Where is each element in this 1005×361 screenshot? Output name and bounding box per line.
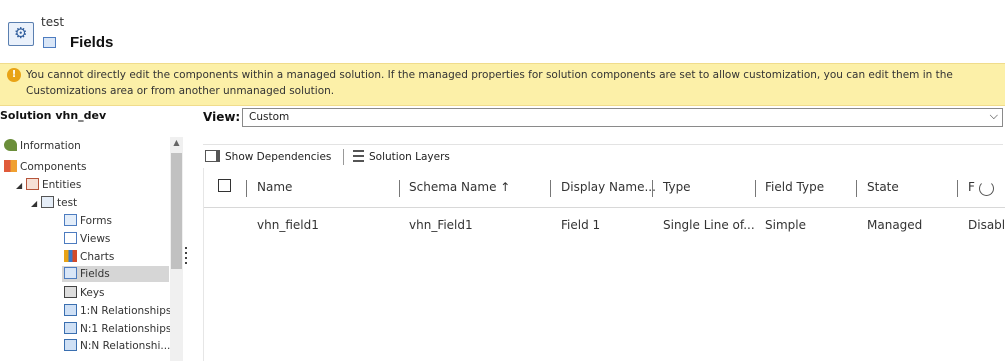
sidebar-item-label: N:1 Relationships <box>80 323 172 335</box>
sidebar-item-charts[interactable]: Charts <box>64 249 114 265</box>
sidebar-scrollbar[interactable]: ▲ <box>170 137 183 361</box>
sidebar-item-nn-relationships[interactable]: N:N Relationshi... <box>64 338 170 354</box>
sidebar-item-forms[interactable]: Forms <box>64 213 112 229</box>
grid-toolbar: Show Dependencies Solution Layers <box>203 144 1003 168</box>
page-title: Fields <box>70 34 114 51</box>
sidebar-item-label: Forms <box>80 215 112 227</box>
sidebar-item-label: N:N Relationshi... <box>80 340 171 352</box>
views-icon <box>64 232 77 244</box>
sidebar-item-keys[interactable]: Keys <box>64 285 105 301</box>
sidebar-item-label: Keys <box>80 287 105 299</box>
collapse-triangle-icon[interactable]: ◢ <box>31 196 41 212</box>
layers-icon <box>353 150 364 162</box>
solution-sidebar: Solution vhn_dev Information Components … <box>0 107 200 361</box>
managed-solution-warning: ! You cannot directly edit the component… <box>0 63 1005 106</box>
column-header-f[interactable]: F <box>968 180 975 194</box>
cell-type: Single Line of... <box>663 218 755 232</box>
sidebar-item-label: test <box>57 197 78 209</box>
scroll-up-icon[interactable]: ▲ <box>170 137 183 149</box>
toolbar-separator <box>343 149 344 165</box>
cell-f: Disabl <box>968 218 1005 232</box>
cell-schema-name: vhn_Field1 <box>409 218 473 232</box>
fields-icon <box>64 267 77 279</box>
relationship-icon <box>64 339 77 351</box>
column-header-schema-name[interactable]: Schema Name ↑ <box>409 180 510 194</box>
cell-display-name: Field 1 <box>561 218 601 232</box>
sidebar-item-1n-relationships[interactable]: 1:N Relationships <box>64 303 171 319</box>
entities-icon <box>26 178 39 190</box>
components-icon <box>4 160 17 172</box>
view-dropdown[interactable]: Custom ⌵ <box>242 108 1003 127</box>
grid-header: Name Schema Name ↑ Display Name... Type … <box>204 168 1005 208</box>
relationship-icon <box>64 304 77 316</box>
sidebar-item-label: 1:N Relationships <box>80 305 172 317</box>
sidebar-item-label: Components <box>20 161 87 173</box>
sidebar-item-label: Information <box>20 140 81 152</box>
sidebar-item-label: Fields <box>80 268 110 280</box>
column-header-field-type[interactable]: Field Type <box>765 180 824 194</box>
forms-icon <box>64 214 77 226</box>
cell-state: Managed <box>867 218 923 232</box>
sidebar-item-information[interactable]: Information <box>4 138 81 154</box>
information-icon <box>4 139 17 151</box>
sidebar-item-components[interactable]: Components <box>4 159 86 175</box>
refresh-icon[interactable] <box>979 181 994 196</box>
sidebar-item-label: Views <box>80 233 111 245</box>
view-label: View: <box>203 110 241 124</box>
charts-icon <box>64 250 77 262</box>
keys-icon <box>64 286 77 298</box>
warning-text: You cannot directly edit the components … <box>26 69 953 97</box>
sidebar-item-entities[interactable]: ◢ Entities <box>16 177 81 193</box>
dependencies-icon <box>205 150 220 162</box>
column-header-type[interactable]: Type <box>663 180 691 194</box>
entity-settings-icon <box>8 22 34 46</box>
chevron-down-icon: ⌵ <box>989 109 998 122</box>
column-header-display-name[interactable]: Display Name... <box>561 180 656 194</box>
cell-field-type: Simple <box>765 218 806 232</box>
solution-layers-button[interactable]: Solution Layers <box>353 149 450 165</box>
scroll-thumb[interactable] <box>171 153 182 269</box>
sidebar-item-views[interactable]: Views <box>64 231 110 247</box>
collapse-triangle-icon[interactable]: ◢ <box>16 178 26 194</box>
sidebar-item-label: Entities <box>42 179 82 191</box>
show-dependencies-button[interactable]: Show Dependencies <box>205 149 331 165</box>
relationship-icon <box>64 322 77 334</box>
column-header-name[interactable]: Name <box>257 180 292 194</box>
view-selected-value: Custom <box>249 111 290 123</box>
fields-icon <box>43 37 56 48</box>
solution-title: Solution vhn_dev <box>0 109 107 122</box>
show-dependencies-label: Show Dependencies <box>225 151 332 163</box>
sidebar-item-n1-relationships[interactable]: N:1 Relationships <box>64 321 171 337</box>
pane-splitter[interactable] <box>185 247 187 267</box>
select-all-checkbox[interactable] <box>218 179 231 192</box>
fields-grid: Name Schema Name ↑ Display Name... Type … <box>203 168 1005 361</box>
cell-name[interactable]: vhn_field1 <box>257 218 319 232</box>
entity-name: test <box>41 15 65 29</box>
sidebar-item-fields[interactable]: Fields <box>62 266 169 282</box>
entity-icon <box>41 196 54 208</box>
sidebar-item-test[interactable]: ◢ test <box>31 195 77 211</box>
sidebar-item-label: Charts <box>80 251 115 263</box>
column-header-state[interactable]: State <box>867 180 899 194</box>
warning-icon: ! <box>7 68 21 82</box>
solution-layers-label: Solution Layers <box>369 151 450 163</box>
